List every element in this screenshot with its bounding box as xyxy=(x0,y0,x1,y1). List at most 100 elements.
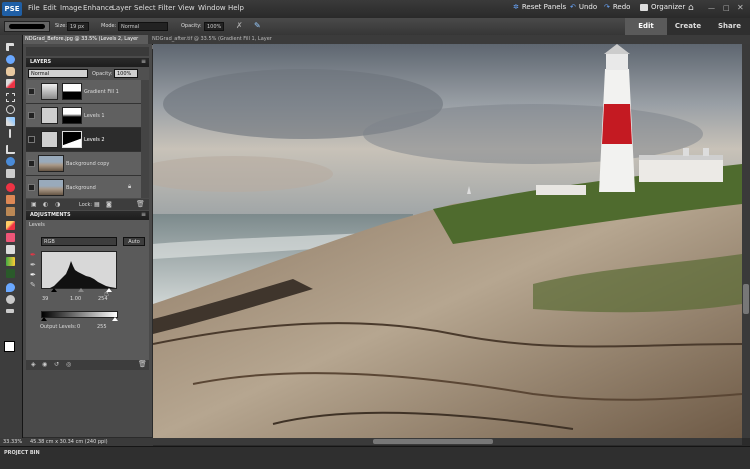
doc-tab-after[interactable]: NDGrad_after.tif @ 33.5% (Gradient Fill … xyxy=(149,35,285,51)
project-bin-label[interactable]: PROJECT BIN xyxy=(4,450,40,456)
layers-menu-icon[interactable]: ≡ xyxy=(141,58,146,65)
input-black-value[interactable]: 39 xyxy=(42,296,48,302)
menu-help[interactable]: Help xyxy=(228,4,244,12)
visibility-icon[interactable] xyxy=(28,160,35,167)
channel-select[interactable]: RGB xyxy=(41,237,117,246)
output-white-handle[interactable] xyxy=(112,317,118,321)
menu-select[interactable]: Select xyxy=(134,4,156,12)
layer-row-background-copy[interactable]: Background copy xyxy=(26,152,141,176)
vertical-scroll-thumb[interactable] xyxy=(743,284,749,314)
cookie-cutter-tool-icon[interactable] xyxy=(6,157,15,166)
gray-eyedropper-icon[interactable]: ✒ xyxy=(30,261,36,269)
black-point-handle[interactable] xyxy=(51,288,57,292)
type-tool-icon[interactable] xyxy=(9,129,11,138)
paint-bucket-tool-icon[interactable] xyxy=(6,245,15,254)
layer-row-levels-1[interactable]: Levels 1 xyxy=(26,104,141,128)
gamma-handle[interactable] xyxy=(78,288,84,292)
blur-tool-icon[interactable] xyxy=(6,283,15,292)
menu-image[interactable]: Image xyxy=(60,4,82,12)
output-black-value[interactable]: 0 xyxy=(77,324,80,330)
adjustments-menu-icon[interactable]: ≡ xyxy=(141,211,146,218)
document-canvas[interactable] xyxy=(153,44,742,438)
new-layer-icon[interactable]: ▣ xyxy=(31,201,37,208)
mode-select[interactable]: Normal xyxy=(118,22,168,31)
lasso-tool-icon[interactable] xyxy=(6,105,15,114)
panel-collapse-bar[interactable] xyxy=(26,47,149,56)
tab-share[interactable]: Share xyxy=(709,18,750,35)
layer-mask-icon[interactable]: ◑ xyxy=(55,201,60,208)
zoom-level[interactable]: 33.33% xyxy=(3,438,22,446)
visibility-icon[interactable] xyxy=(28,136,35,143)
vertical-scrollbar[interactable] xyxy=(742,44,750,438)
layer-row-background[interactable]: Background 🔒︎ xyxy=(26,176,141,198)
foreground-color-swatch[interactable] xyxy=(4,341,15,352)
spot-healing-tool-icon[interactable] xyxy=(6,195,15,204)
clip-to-layer-icon[interactable]: ◈ xyxy=(31,361,36,368)
reset-panels-button[interactable]: ✲ Reset Panels xyxy=(513,3,566,11)
menu-view[interactable]: View xyxy=(178,4,195,12)
crop-tool-icon[interactable] xyxy=(6,145,15,154)
reset-icon[interactable]: ↺ xyxy=(54,361,59,368)
close-icon[interactable]: ✕ xyxy=(737,3,744,12)
tab-edit[interactable]: Edit xyxy=(625,18,667,35)
white-eyedropper-icon[interactable]: ✒ xyxy=(30,271,36,279)
redo-button[interactable]: ↷ Redo xyxy=(604,3,630,11)
lock-all-icon[interactable]: ◙ xyxy=(106,201,112,208)
airbrush-icon[interactable]: ✗ xyxy=(236,21,243,30)
clipping-icon[interactable]: ✎ xyxy=(30,281,36,289)
minimize-icon[interactable]: — xyxy=(708,4,715,12)
black-eyedropper-icon[interactable]: ✒ xyxy=(30,251,36,259)
brush-preset-picker[interactable] xyxy=(4,21,50,32)
home-icon[interactable]: ⌂ xyxy=(688,3,694,13)
zoom-tool-icon[interactable] xyxy=(6,55,15,64)
hand-tool-icon[interactable] xyxy=(6,67,15,76)
eyedropper-tool-icon[interactable] xyxy=(6,79,15,88)
view-previous-icon[interactable]: ◉ xyxy=(42,361,47,368)
visibility-icon[interactable] xyxy=(28,88,35,95)
auto-button[interactable]: Auto xyxy=(123,237,145,246)
size-field[interactable]: 19 px xyxy=(67,22,89,31)
layers-opacity-field[interactable]: 100% xyxy=(114,69,138,78)
menu-file[interactable]: File xyxy=(28,4,40,12)
output-black-handle[interactable] xyxy=(41,317,47,321)
horizontal-scrollbar[interactable] xyxy=(153,438,742,445)
menu-window[interactable]: Window xyxy=(198,4,226,12)
organizer-button[interactable]: Organizer xyxy=(640,3,685,11)
undo-button[interactable]: ↶ Undo xyxy=(570,3,597,11)
shape-tool-icon[interactable] xyxy=(6,269,15,278)
brush-settings-icon[interactable]: ✎ xyxy=(254,21,261,30)
straighten-tool-icon[interactable] xyxy=(6,169,15,178)
new-fill-layer-icon[interactable]: ◐ xyxy=(43,201,48,208)
gradient-tool-icon[interactable] xyxy=(6,257,15,266)
layer-row-gradient-fill-1[interactable]: Gradient Fill 1 xyxy=(26,80,141,104)
maximize-icon[interactable]: □ xyxy=(723,4,730,12)
input-gamma-value[interactable]: 1.00 xyxy=(70,296,81,302)
brush-tool-icon[interactable] xyxy=(6,221,15,230)
lock-transparency-icon[interactable]: ▦ xyxy=(94,201,100,208)
menu-enhance[interactable]: Enhance xyxy=(83,4,113,12)
layer-row-levels-2[interactable]: Levels 2 xyxy=(26,128,141,152)
visibility-toggle-icon[interactable]: ◎ xyxy=(66,361,71,368)
horizontal-scroll-thumb[interactable] xyxy=(373,439,493,444)
menu-filter[interactable]: Filter xyxy=(158,4,175,12)
quick-selection-tool-icon[interactable] xyxy=(6,117,15,126)
opacity-field[interactable]: 100% xyxy=(204,22,224,31)
visibility-icon[interactable] xyxy=(28,184,35,191)
sponge-tool-icon[interactable] xyxy=(6,295,15,304)
tab-create[interactable]: Create xyxy=(667,18,709,35)
menu-edit[interactable]: Edit xyxy=(43,4,57,12)
eraser-tool-icon[interactable] xyxy=(6,233,15,242)
visibility-icon[interactable] xyxy=(28,112,35,119)
blend-mode-select[interactable]: Normal xyxy=(28,69,88,78)
clone-stamp-tool-icon[interactable] xyxy=(6,207,15,216)
delete-adjustment-icon[interactable]: 🗑︎ xyxy=(138,360,147,368)
output-white-value[interactable]: 255 xyxy=(97,324,107,330)
pencil-tool-icon[interactable] xyxy=(6,309,14,313)
red-eye-tool-icon[interactable] xyxy=(6,183,15,192)
move-tool-icon[interactable] xyxy=(6,43,14,51)
delete-layer-icon[interactable]: 🗑︎ xyxy=(136,200,145,208)
layers-scrollbar[interactable] xyxy=(141,80,149,198)
doc-tab-before[interactable]: NDGrad_Before.jpg @ 33.5% (Levels 2, Lay… xyxy=(22,35,148,51)
menu-layer[interactable]: Layer xyxy=(112,4,132,12)
marquee-tool-icon[interactable] xyxy=(6,93,15,102)
